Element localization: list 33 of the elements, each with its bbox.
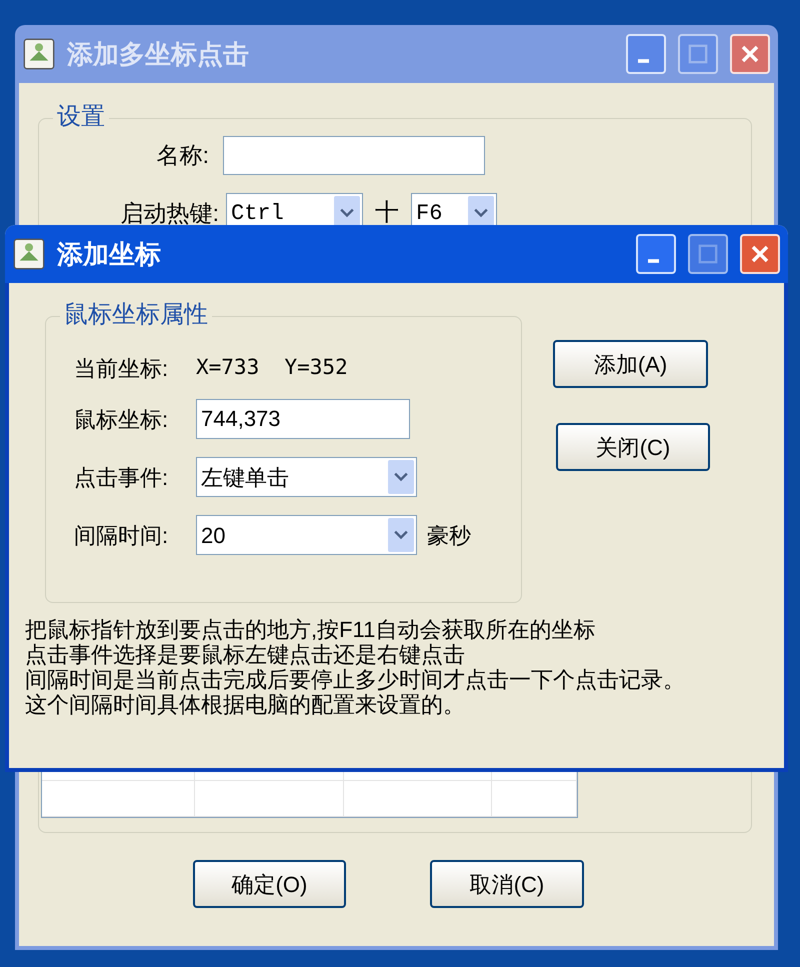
close-button[interactable] — [730, 34, 770, 74]
help-text: 这个间隔时间具体根据电脑的配置来设置的。 — [25, 692, 466, 717]
unit-label: 豪秒 — [427, 522, 471, 550]
dropdown[interactable]: 20 — [196, 515, 417, 555]
help-text: 把鼠标指针放到要点击的地方,按F11自动会获取所在的坐标 — [25, 617, 596, 642]
field-label: 间隔时间: — [74, 522, 170, 550]
name-field[interactable] — [223, 136, 485, 175]
dialog-button[interactable]: 添加(A) — [553, 340, 708, 388]
maximize-button[interactable] — [678, 34, 718, 74]
dialog-button[interactable]: 取消(C) — [430, 860, 584, 908]
dialog-button[interactable]: 确定(O) — [193, 860, 346, 908]
minimize-icon — [648, 259, 658, 263]
field-label: 名称: — [156, 141, 209, 170]
plus-sign: 十 — [375, 198, 399, 228]
help-text: 间隔时间是当前点击完成后要停止多少时间才点击一下个点击记录。 — [25, 667, 686, 692]
help-text: 点击事件选择是要鼠标左键点击还是右键点击 — [25, 642, 466, 667]
app-icon — [13, 238, 45, 270]
app-icon — [23, 38, 55, 70]
field-label: 启动热键: — [120, 198, 219, 228]
maximize-button[interactable] — [688, 234, 728, 274]
window-title: 添加坐标 — [57, 238, 162, 270]
field-label: 点击事件: — [74, 464, 170, 492]
dropdown[interactable]: 左键单击 — [196, 457, 417, 497]
window-title: 添加多坐标点击 — [67, 38, 250, 70]
minimize-button[interactable] — [636, 234, 676, 274]
minimize-button[interactable] — [626, 34, 666, 74]
dialog-button[interactable]: 关闭(C) — [556, 423, 710, 471]
field-label: 当前坐标: — [74, 354, 170, 382]
minimize-icon — [638, 59, 648, 63]
coordinate-field[interactable]: 744,373 — [196, 399, 410, 439]
close-button[interactable] — [740, 234, 780, 274]
field-label: 鼠标坐标: — [74, 406, 170, 434]
coordinate-readout: X=733 Y=352 — [196, 354, 348, 382]
